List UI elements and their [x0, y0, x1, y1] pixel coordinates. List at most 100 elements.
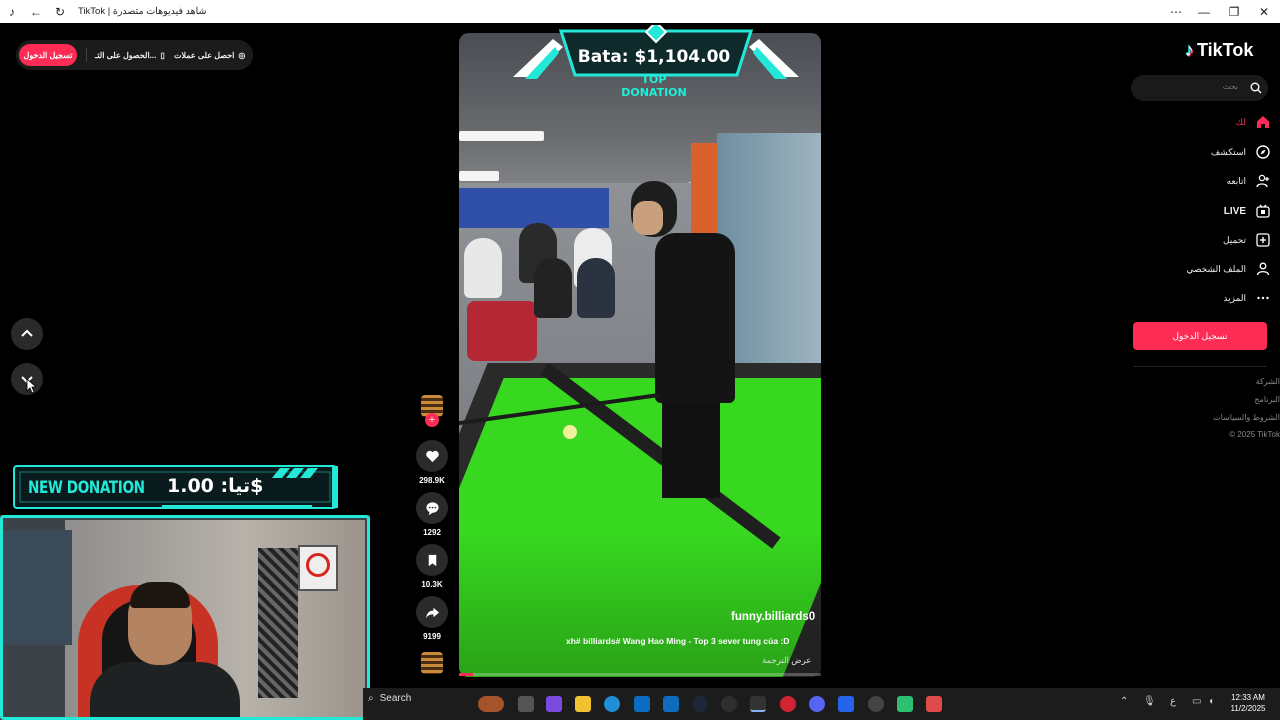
- following-icon: [1256, 174, 1270, 188]
- video-description: xh# billiards# Wang Hao Ming - Top 3 sev…: [566, 636, 790, 646]
- get-coins-label: احصل على عملات: [174, 50, 235, 60]
- video-scene-banner: [459, 188, 609, 228]
- video-scene-spectator: [464, 238, 502, 298]
- tiktok-wordmark: TikTok: [1197, 40, 1254, 60]
- footer-link-company[interactable]: الشركة: [1160, 377, 1280, 386]
- microphone-icon[interactable]: 🎙: [1143, 696, 1156, 707]
- input-language[interactable]: ع: [1170, 696, 1176, 707]
- tray-overflow-icon[interactable]: ⌃: [1120, 696, 1128, 707]
- taskbar-search[interactable]: ⌕ Search: [368, 693, 411, 704]
- video-progress-bar[interactable]: [459, 673, 821, 676]
- comment-icon: [425, 501, 439, 515]
- app-4k-icon[interactable]: [721, 696, 737, 712]
- sidebar-item-for-you[interactable]: لك: [1150, 112, 1270, 132]
- taskbar-time: 12:33 AM: [1231, 693, 1265, 702]
- heart-icon: [425, 450, 439, 462]
- sidebar-item-explore[interactable]: استكشف: [1150, 142, 1270, 162]
- sidebar-item-label: لك: [1235, 116, 1246, 127]
- sidebar-login-button[interactable]: تسجيل الدخول: [1133, 322, 1267, 350]
- video-scene-player-legs: [662, 398, 720, 498]
- tiktok-app-icon[interactable]: [750, 696, 766, 712]
- store-icon[interactable]: [634, 696, 650, 712]
- video-scene-ball: [563, 425, 577, 439]
- steam-icon[interactable]: [692, 696, 708, 712]
- taskbar-search-label: Search: [379, 693, 412, 704]
- sidebar-item-label: استكشف: [1210, 146, 1246, 157]
- footer-link-program[interactable]: البرنامج: [1160, 395, 1280, 404]
- sidebar-item-label: المزيد: [1223, 292, 1246, 303]
- copilot-icon[interactable]: [546, 696, 562, 712]
- file-explorer-icon[interactable]: [575, 696, 591, 712]
- top-donation-label: TOP DONATION: [621, 73, 687, 99]
- tiktok-logo[interactable]: ♪ TikTok: [1185, 40, 1253, 61]
- edge-icon[interactable]: [604, 696, 620, 712]
- header-login-button[interactable]: تسجيل الدخول: [19, 44, 77, 66]
- live-icon: [1256, 204, 1270, 218]
- chevron-up-icon: [21, 329, 33, 337]
- window-close-button[interactable]: ✕: [1250, 0, 1278, 23]
- opera-icon[interactable]: [780, 696, 796, 712]
- share-count: 9199: [423, 632, 441, 641]
- video-scene-player: [655, 233, 735, 403]
- window-minimize-button[interactable]: —: [1190, 0, 1218, 23]
- video-scene-chair: [467, 301, 537, 361]
- tiktok-favicon-icon: ♪: [9, 4, 15, 19]
- share-button[interactable]: [416, 596, 448, 628]
- search-icon: ⌕: [368, 693, 374, 704]
- reload-icon[interactable]: ↻: [48, 0, 72, 23]
- sidebar-item-upload[interactable]: تحميل: [1150, 230, 1270, 250]
- taskbar-clock[interactable]: 12:33 AM 11/2/2025: [1226, 692, 1270, 714]
- get-coins-button[interactable]: احصل على عملات ◎: [174, 44, 245, 66]
- home-icon: [1256, 115, 1270, 129]
- shield-icon[interactable]: [838, 696, 854, 712]
- sidebar-item-following[interactable]: اتابعه: [1150, 171, 1270, 191]
- taskbar-widget-icon[interactable]: [478, 696, 504, 712]
- sidebar-item-profile[interactable]: الملف الشخصي: [1150, 259, 1270, 279]
- get-app-button[interactable]: الحصول على التـ... ▯: [95, 44, 165, 66]
- get-app-label: الحصول على التـ...: [95, 50, 157, 60]
- task-view-icon[interactable]: [518, 696, 534, 712]
- mouse-cursor-icon: [26, 378, 36, 394]
- music-disc-icon[interactable]: [421, 652, 443, 674]
- back-icon[interactable]: ←: [24, 0, 48, 23]
- sidebar-divider: [1133, 366, 1267, 367]
- video-progress-fill: [459, 673, 474, 676]
- app-green-icon[interactable]: [897, 696, 913, 712]
- video-scene-light: [459, 131, 544, 141]
- outlook-icon[interactable]: [663, 696, 679, 712]
- window-maximize-button[interactable]: ❐: [1220, 0, 1248, 23]
- previous-video-button[interactable]: [11, 318, 43, 350]
- discord-icon[interactable]: [809, 696, 825, 712]
- footer-link-terms[interactable]: الشروط والسياسات: [1160, 413, 1280, 422]
- network-icon[interactable]: ▭: [1192, 696, 1201, 707]
- video-scene-light: [459, 171, 499, 181]
- video-player[interactable]: [459, 33, 821, 677]
- window-title: TikTok | شاهد فيديوهات متصدرة: [78, 6, 207, 17]
- search-icon[interactable]: [1250, 82, 1262, 94]
- like-button[interactable]: [416, 440, 448, 472]
- volume-icon[interactable]: ◖: [1208, 696, 1214, 707]
- upload-icon: [1256, 233, 1270, 247]
- video-username[interactable]: funny.billiards0: [731, 611, 815, 623]
- new-donation-label: NEW DONATION: [28, 478, 145, 498]
- save-count: 10.3K: [421, 580, 443, 589]
- header-divider: [86, 48, 87, 62]
- sidebar-item-more[interactable]: المزيد: [1150, 288, 1270, 308]
- comment-button[interactable]: [416, 492, 448, 524]
- video-scene-spectator: [577, 258, 615, 318]
- obs-icon[interactable]: [868, 696, 884, 712]
- window-titlebar: ♪ ← ↻ TikTok | شاهد فيديوهات متصدرة ⋯ — …: [0, 0, 1280, 23]
- search-placeholder: بحث: [1222, 82, 1238, 91]
- see-translation-link[interactable]: عرض الترجمة: [762, 655, 811, 666]
- sidebar-item-label: LIVE: [1223, 205, 1246, 217]
- more-icon: [1256, 291, 1270, 305]
- sidebar-item-live[interactable]: LIVE: [1150, 201, 1270, 221]
- window-more-button[interactable]: ⋯: [1162, 0, 1190, 23]
- new-donation-amount: تيا: 1.00$: [167, 475, 264, 497]
- comment-count: 1292: [423, 528, 441, 537]
- phone-icon: ▯: [160, 50, 165, 60]
- app-red-icon[interactable]: [926, 696, 942, 712]
- save-button[interactable]: [416, 544, 448, 576]
- taskbar-date: 11/2/2025: [1230, 704, 1266, 713]
- follow-button[interactable]: +: [425, 413, 439, 427]
